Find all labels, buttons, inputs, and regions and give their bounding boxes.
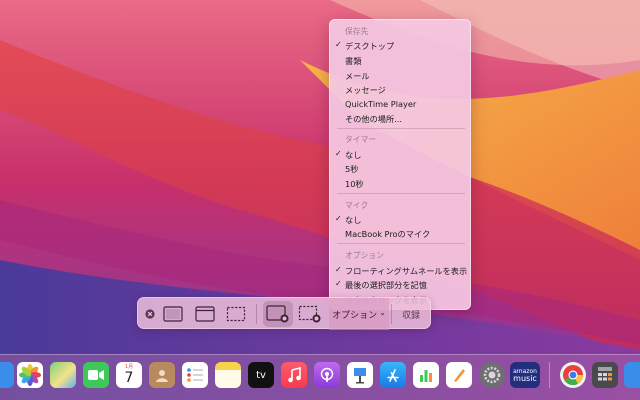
- options-button[interactable]: オプション ⌄: [329, 298, 389, 330]
- capture-selected-portion-button[interactable]: [223, 302, 249, 326]
- menu-item-timer-10s[interactable]: 10秒: [345, 178, 364, 190]
- desktop-wallpaper: [0, 0, 640, 400]
- podium-icon: [354, 368, 366, 384]
- photos-icon[interactable]: [17, 362, 43, 388]
- record-entire-screen-button[interactable]: [265, 302, 291, 326]
- menu-item-mail[interactable]: メール: [345, 70, 370, 82]
- calendar-day: 7: [124, 370, 134, 386]
- podcasts-icon[interactable]: [314, 362, 340, 388]
- finder-icon[interactable]: [0, 362, 14, 388]
- checkmark-icon: ✓: [335, 40, 342, 49]
- menu-header-save-to: 保存先: [345, 27, 369, 36]
- close-icon: [145, 309, 155, 319]
- capture-entire-screen-icon: [163, 306, 183, 322]
- checkmark-icon: ✓: [335, 279, 342, 288]
- menu-item-quicktime[interactable]: QuickTime Player: [345, 99, 416, 109]
- capture-entire-screen-button[interactable]: [160, 302, 186, 326]
- close-button[interactable]: [143, 302, 157, 326]
- record-entire-screen-icon: [266, 305, 289, 323]
- person-icon: [156, 370, 168, 382]
- options-label: オプション: [332, 310, 378, 321]
- menu-item-desktop[interactable]: デスクトップ: [345, 40, 394, 52]
- maps-icon[interactable]: [50, 362, 76, 388]
- app-store-icon[interactable]: [380, 362, 406, 388]
- bar-chart-icon: [420, 370, 432, 382]
- calculator-keys-icon: [598, 367, 612, 381]
- notes-icon[interactable]: [215, 362, 241, 388]
- chevron-down-icon: ⌄: [379, 308, 386, 317]
- amazon-music-label: music: [513, 374, 537, 383]
- finder-partial-icon[interactable]: [624, 362, 640, 388]
- menu-header-mic: マイク: [345, 201, 369, 210]
- menu-item-floating-thumbnail[interactable]: フローティングサムネールを表示: [345, 265, 467, 277]
- dock-divider: [549, 362, 550, 388]
- toolbar-divider: [391, 304, 392, 324]
- checkmark-icon: ✓: [335, 149, 342, 158]
- video-camera-icon: [88, 370, 104, 380]
- photos-flower-icon: [19, 364, 41, 386]
- menu-divider: [337, 243, 465, 244]
- facetime-icon[interactable]: [83, 362, 109, 388]
- menu-divider: [337, 128, 465, 129]
- reminders-icon[interactable]: [182, 362, 208, 388]
- pen-icon: [454, 369, 465, 382]
- system-preferences-icon[interactable]: [479, 362, 505, 388]
- capture-selected-portion-icon: [226, 306, 246, 322]
- chrome-icon[interactable]: [560, 362, 586, 388]
- calendar-icon[interactable]: 1月 7: [116, 362, 142, 388]
- capture-button[interactable]: 収録: [396, 304, 426, 324]
- music-icon[interactable]: [281, 362, 307, 388]
- calculator-icon[interactable]: [592, 362, 618, 388]
- chrome-logo-icon: [563, 365, 584, 386]
- podcast-icon: [320, 367, 334, 382]
- capture-selected-window-icon: [195, 306, 215, 322]
- record-selected-portion-icon: [298, 305, 321, 323]
- menu-item-remember-selection[interactable]: 最後の選択部分を記憶: [345, 279, 427, 291]
- pages-icon[interactable]: [446, 362, 472, 388]
- menu-item-documents[interactable]: 書類: [345, 55, 361, 67]
- menu-item-timer-none[interactable]: なし: [345, 149, 361, 161]
- menu-item-other-location[interactable]: その他の場所...: [345, 113, 402, 125]
- options-menu: 保存先 ✓ デスクトップ 書類 メール メッセージ QuickTime Play…: [329, 19, 471, 310]
- keynote-icon[interactable]: [347, 362, 373, 388]
- menu-item-timer-5s[interactable]: 5秒: [345, 163, 358, 175]
- tv-label: tv: [256, 369, 266, 381]
- menu-divider: [337, 193, 465, 194]
- menu-item-mic-macbook[interactable]: MacBook Proのマイク: [345, 228, 430, 240]
- apple-tv-icon[interactable]: tv: [248, 362, 274, 388]
- list-icon: [187, 368, 203, 382]
- menu-header-timer: タイマー: [345, 135, 377, 144]
- gear-icon: [483, 366, 501, 384]
- contacts-icon[interactable]: [149, 362, 175, 388]
- checkmark-icon: ✓: [335, 214, 342, 223]
- capture-selected-window-button[interactable]: [192, 302, 218, 326]
- screenshot-toolbar: オプション ⌄ 収録: [137, 297, 431, 330]
- menu-item-messages[interactable]: メッセージ: [345, 84, 386, 96]
- menu-item-mic-none[interactable]: なし: [345, 214, 361, 226]
- numbers-icon[interactable]: [413, 362, 439, 388]
- toolbar-divider: [256, 304, 257, 324]
- music-note-icon: [288, 367, 301, 383]
- record-selected-portion-button[interactable]: [296, 302, 324, 326]
- menu-header-options: オプション: [345, 251, 384, 260]
- amazon-music-icon[interactable]: amazon music: [510, 362, 540, 388]
- app-store-a-icon: [387, 369, 399, 382]
- checkmark-icon: ✓: [335, 265, 342, 274]
